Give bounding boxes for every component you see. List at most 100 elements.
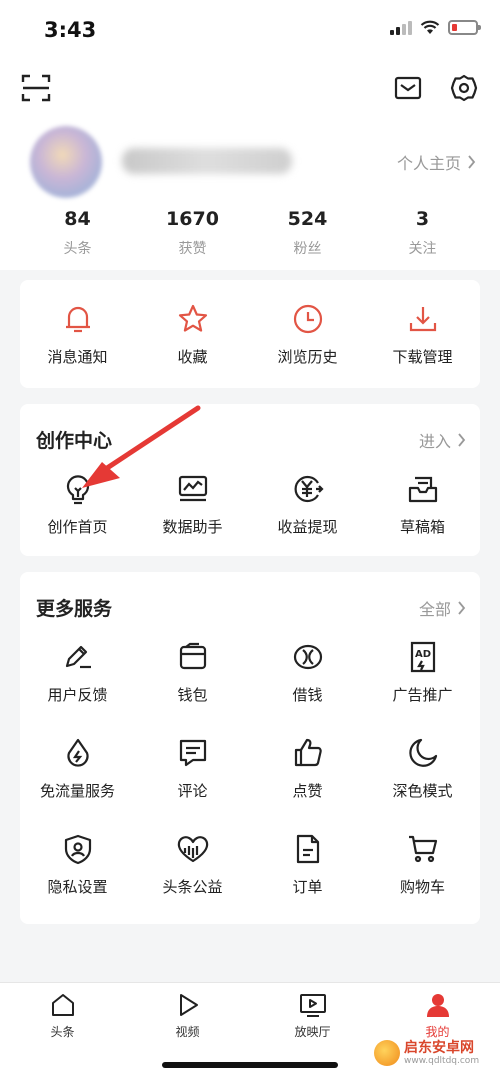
creation-home-button[interactable]: 创作首页: [20, 472, 135, 537]
profile-home-label: 个人主页: [396, 154, 461, 173]
creation-item-label: 收益提现: [277, 518, 338, 536]
order-icon: [296, 834, 319, 864]
tab-theater[interactable]: 放映厅: [250, 983, 375, 1045]
stat-posts[interactable]: 84 头条: [20, 208, 135, 264]
home-indicator: [162, 1062, 338, 1068]
home-icon: [51, 994, 74, 1016]
clock-icon: [293, 304, 322, 334]
drafts-button[interactable]: 草稿箱: [365, 472, 480, 537]
notifications-button[interactable]: 消息通知: [20, 302, 135, 367]
pen-icon: [65, 645, 91, 669]
messages-button[interactable]: [390, 70, 426, 106]
loan-button[interactable]: 借钱: [250, 640, 365, 705]
stat-followers[interactable]: 524 粉丝: [250, 208, 365, 264]
tab-label: 放映厅: [294, 1025, 331, 1039]
services-all-link[interactable]: 全部: [419, 596, 466, 620]
creation-title: 创作中心: [36, 430, 113, 452]
quick-label: 收藏: [177, 348, 208, 366]
tab-label: 视频: [175, 1025, 200, 1039]
creation-item-label: 数据助手: [162, 518, 223, 536]
creation-center-card: 创作中心 进入 创作首页 数据助手 收益提现 草稿箱: [20, 404, 480, 556]
cart-icon: [408, 835, 437, 863]
service-label: 钱包: [177, 686, 208, 704]
service-label: 用户反馈: [47, 686, 108, 704]
profile-home-link[interactable]: 个人主页: [397, 150, 476, 174]
scan-icon: [21, 74, 51, 102]
stat-following[interactable]: 3 关注: [365, 208, 480, 264]
tab-mine[interactable]: 我的: [375, 983, 500, 1045]
dark-mode-button[interactable]: 深色模式: [365, 736, 480, 801]
chevron-right-icon: [458, 601, 466, 615]
wallet-icon: [179, 642, 206, 670]
orders-button[interactable]: 订单: [250, 832, 365, 897]
stat-value: 84: [64, 208, 91, 230]
services-link-label: 全部: [418, 600, 451, 619]
thumbs-up-icon: [294, 738, 322, 767]
stat-value: 1670: [166, 208, 219, 230]
stat-value: 3: [415, 208, 430, 230]
feedback-button[interactable]: 用户反馈: [20, 640, 135, 705]
wallet-button[interactable]: 钱包: [135, 640, 250, 705]
quick-label: 浏览历史: [277, 348, 338, 366]
creation-enter-link[interactable]: 进入: [419, 428, 466, 452]
site-watermark: 启东安卓网 www.qdltdq.com: [374, 1040, 479, 1066]
tab-video[interactable]: 视频: [125, 983, 250, 1045]
play-icon: [179, 994, 198, 1016]
comments-button[interactable]: 评论: [135, 736, 250, 801]
settings-button[interactable]: [446, 70, 482, 106]
tab-headlines[interactable]: 头条: [0, 983, 125, 1045]
status-bar: 3:43: [0, 0, 500, 64]
comment-icon: [179, 739, 206, 767]
bell-icon: [65, 306, 90, 333]
gear-icon: [450, 74, 478, 102]
username-blurred: [122, 148, 292, 174]
person-icon: [426, 994, 449, 1017]
favorites-button[interactable]: 收藏: [135, 302, 250, 367]
privacy-settings-button[interactable]: 隐私设置: [20, 832, 135, 897]
likes-button[interactable]: 点赞: [250, 736, 365, 801]
history-button[interactable]: 浏览历史: [250, 302, 365, 367]
mail-icon: [394, 76, 422, 100]
quick-label: 消息通知: [47, 348, 108, 366]
service-label: 头条公益: [162, 878, 223, 896]
scan-button[interactable]: [18, 70, 54, 106]
earnings-withdraw-button[interactable]: 收益提现: [250, 472, 365, 537]
free-data-button[interactable]: 免流量服务: [20, 736, 135, 801]
creation-item-label: 草稿箱: [399, 518, 445, 536]
watermark-logo-icon: [374, 1040, 400, 1066]
service-label: 免流量服务: [39, 782, 115, 800]
stat-label: 获赞: [178, 241, 207, 257]
shopping-cart-button[interactable]: 购物车: [365, 832, 480, 897]
data-assistant-button[interactable]: 数据助手: [135, 472, 250, 537]
stat-likes[interactable]: 1670 获赞: [135, 208, 250, 264]
quick-actions-card: 消息通知 收藏 浏览历史 下载管理: [20, 280, 480, 388]
stat-label: 粉丝: [293, 241, 322, 257]
stat-label: 头条: [63, 241, 92, 257]
drafts-icon: [408, 476, 437, 503]
signal-icon: [390, 20, 412, 35]
advertising-button[interactable]: AD 广告推广: [365, 640, 480, 705]
battery-icon: [448, 20, 481, 35]
chart-icon: [178, 475, 207, 502]
avatar[interactable]: [30, 126, 102, 198]
chevron-right-icon: [458, 433, 466, 447]
watermark-url: www.qdltdq.com: [404, 1056, 480, 1066]
service-label: 购物车: [399, 878, 445, 896]
profile-row[interactable]: 个人主页: [0, 124, 500, 198]
wifi-icon: [420, 20, 440, 34]
loan-icon: [293, 644, 322, 670]
service-label: 深色模式: [392, 782, 453, 800]
more-services-card: 更多服务 全部 用户反馈 钱包 借钱 AD 广告推广 免流量服务 评论 点赞 深…: [20, 572, 480, 924]
svg-text:AD: AD: [415, 649, 431, 660]
ad-icon: AD: [410, 641, 435, 673]
status-time: 3:43: [44, 18, 97, 42]
yuan-coin-icon: [294, 475, 324, 503]
watermark-title: 启东安卓网: [404, 1040, 474, 1056]
tab-label: 头条: [50, 1025, 75, 1039]
heart-chart-icon: [177, 836, 208, 863]
star-icon: [178, 304, 207, 332]
downloads-button[interactable]: 下载管理: [365, 302, 480, 367]
charity-button[interactable]: 头条公益: [135, 832, 250, 897]
tv-icon: [299, 994, 326, 1017]
status-icons: [390, 20, 481, 35]
